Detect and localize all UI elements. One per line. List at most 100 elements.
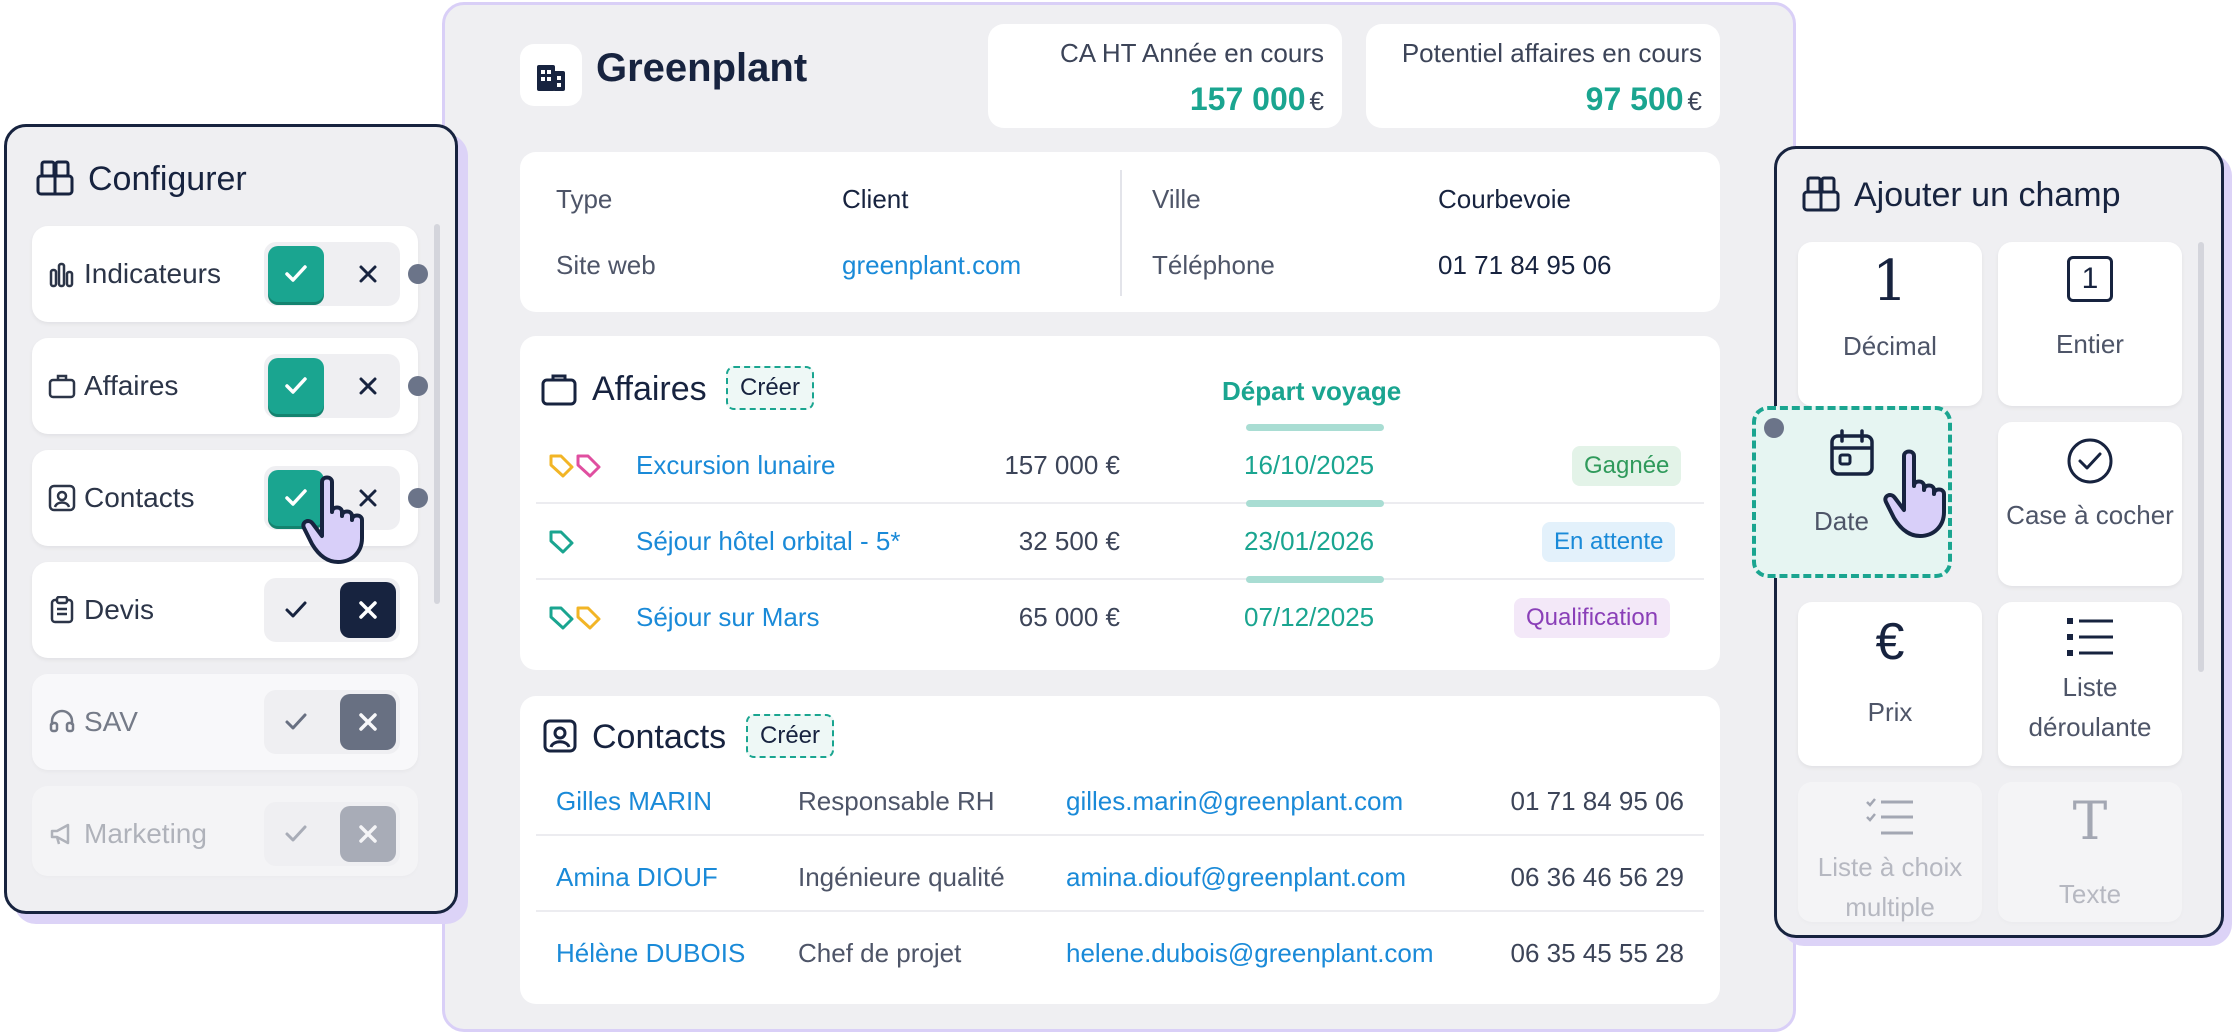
contact-email-link[interactable]: gilles.marin@greenplant.com [1066, 786, 1403, 817]
module-toggle[interactable] [264, 690, 400, 754]
module-label: Marketing [84, 818, 207, 849]
disable-x-button[interactable] [340, 582, 396, 638]
module-toggle[interactable] [264, 802, 400, 866]
type-value: Client [842, 184, 909, 214]
field-type-case-a-cocher[interactable]: Case à cocher [1998, 422, 2182, 586]
field-type-decimal[interactable]: 1 Décimal [1798, 242, 1982, 406]
contacts-title: Contacts [592, 718, 727, 756]
contact-card-icon [48, 484, 76, 512]
type-label: Type [556, 184, 613, 214]
kpi-potentiel-value: 97 500 [1585, 81, 1684, 117]
hand-pointer-icon [1883, 449, 1946, 538]
close-icon [359, 377, 377, 395]
contact-role: Responsable RH [798, 786, 995, 816]
affaire-date: 07/12/2025 [1244, 602, 1375, 632]
contact-card-icon [543, 719, 577, 753]
disable-x-button[interactable] [340, 806, 396, 862]
contact-email-link[interactable]: helene.dubois@greenplant.com [1066, 938, 1434, 969]
affaire-date: 23/01/2026 [1244, 526, 1375, 556]
tags-icon [549, 454, 601, 478]
contacts-create-button[interactable]: Créer [746, 714, 835, 758]
check-icon [285, 713, 307, 730]
module-toggle[interactable] [264, 242, 400, 306]
checklist-icon [1866, 798, 1913, 835]
check-icon [285, 601, 307, 618]
field-type-label: Prix [1867, 697, 1913, 727]
text-icon: T [2072, 792, 2108, 852]
field-type-prix[interactable]: € Prix [1798, 602, 1982, 766]
enable-check-button[interactable] [268, 358, 324, 414]
affaire-link[interactable]: Excursion lunaire [636, 450, 835, 481]
check-icon [285, 377, 307, 394]
module-label: Contacts [84, 482, 195, 513]
field-type-entier[interactable]: 1 Entier [1998, 242, 2182, 406]
affaire-amount: 65 000 € [1018, 602, 1120, 632]
module-toggle[interactable] [264, 354, 400, 418]
field-type-liste-deroulante[interactable]: Liste déroulante [1998, 602, 2182, 766]
field-type-label: Décimal [1843, 331, 1937, 361]
affaire-amount: 157 000 € [1004, 450, 1120, 480]
close-icon [359, 713, 377, 731]
connector-dot [408, 264, 428, 284]
kpi-potentiel-currency: € [1687, 86, 1702, 116]
enable-check-button[interactable] [268, 246, 324, 302]
affaire-date: 16/10/2025 [1244, 450, 1375, 480]
date-highlight-bar [1246, 500, 1384, 507]
module-label: SAV [84, 706, 138, 737]
affaire-link[interactable]: Séjour hôtel orbital - 5* [636, 526, 900, 557]
kpi-ca-label: CA HT Année en cours [1059, 38, 1324, 68]
module-label: Indicateurs [84, 258, 221, 289]
contact-phone: 06 36 46 56 29 [1510, 862, 1685, 892]
tags-icon [549, 606, 601, 630]
module-toggle[interactable] [264, 578, 400, 642]
megaphone-icon [50, 823, 70, 845]
field-type-label: Liste à choix multiple [1817, 852, 1963, 922]
contact-name-link[interactable]: Hélène DUBOIS [556, 938, 745, 969]
contact-name-link[interactable]: Gilles MARIN [556, 786, 712, 817]
field-type-label: Case à cocher [2006, 500, 2174, 530]
row-divider [536, 910, 1704, 912]
disable-x-button[interactable] [340, 358, 396, 414]
enable-check-button[interactable] [268, 694, 324, 750]
contact-name-link[interactable]: Amina DIOUF [556, 862, 718, 893]
date-highlight-bar [1246, 576, 1384, 583]
connector-dot [408, 376, 428, 396]
enable-check-button[interactable] [268, 582, 324, 638]
disable-x-button[interactable] [340, 246, 396, 302]
briefcase-icon [48, 374, 76, 399]
kpi-ca-currency: € [1309, 86, 1324, 116]
contact-phone: 01 71 84 95 06 [1510, 786, 1685, 816]
briefcase-icon [541, 374, 577, 406]
calendar-icon [1830, 429, 1874, 476]
field-scrollbar[interactable] [2198, 242, 2204, 672]
connector-dot [1764, 418, 1784, 438]
decimal-one-icon: 1 [1872, 249, 1908, 314]
affaires-create-button[interactable]: Créer [726, 366, 815, 410]
phone-label: Téléphone [1152, 250, 1275, 280]
website-link[interactable]: greenplant.com [842, 250, 1021, 281]
clipboard-icon [50, 596, 74, 624]
building-icon [537, 65, 565, 91]
depart-voyage-column-header: Départ voyage [1222, 376, 1402, 406]
field-type-texte[interactable]: T Texte [1998, 782, 2182, 922]
affaires-title: Affaires [592, 370, 707, 408]
company-logo [520, 44, 582, 106]
module-label: Devis [84, 594, 155, 625]
blocks-icon [36, 160, 74, 196]
config-scrollbar[interactable] [434, 224, 440, 604]
disable-x-button[interactable] [340, 694, 396, 750]
status-badge: Gagnée [1572, 446, 1682, 486]
list-icon [2067, 618, 2113, 656]
field-type-liste-choix-multiple[interactable]: Liste à choix multiple [1798, 782, 1982, 922]
field-type-label: Texte [2058, 879, 2122, 909]
enable-check-button[interactable] [268, 806, 324, 862]
check-circle-icon [2067, 438, 2113, 484]
info-divider [1120, 170, 1122, 296]
affaire-link[interactable]: Séjour sur Mars [636, 602, 820, 633]
blocks-icon [1802, 176, 1840, 212]
headset-icon [49, 709, 75, 733]
kpi-ca-card: CA HT Année en cours 157 000 € [988, 24, 1342, 128]
close-icon [359, 825, 377, 843]
kpi-ca-value: 157 000 [1189, 81, 1306, 117]
contact-email-link[interactable]: amina.diouf@greenplant.com [1066, 862, 1406, 893]
